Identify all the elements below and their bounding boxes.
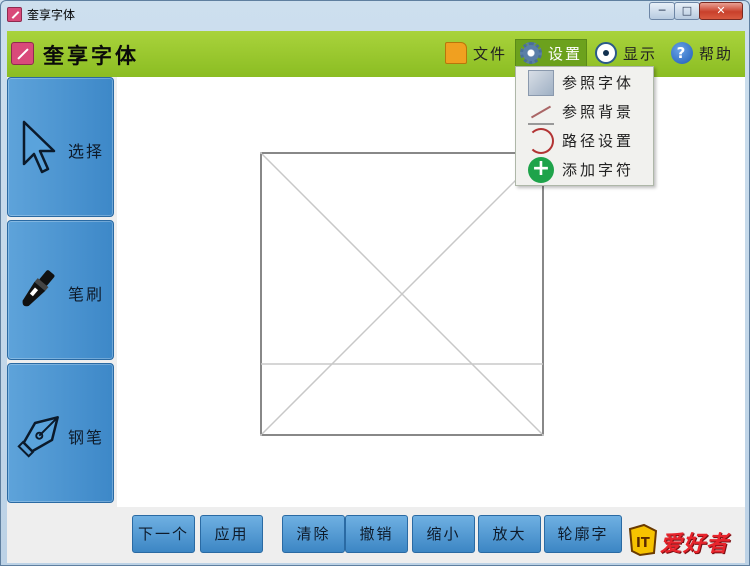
next-button[interactable]: 下一个 xyxy=(132,515,195,553)
app-title: 奎享字体 xyxy=(43,43,139,68)
app-logo-icon xyxy=(11,42,34,65)
zoom-out-button[interactable]: 缩小 xyxy=(412,515,475,553)
menu-settings[interactable]: 设置 xyxy=(515,39,588,67)
watermark-badge-icon: IT xyxy=(628,523,658,557)
tool-pen-button[interactable]: 钢笔 xyxy=(7,363,114,503)
tool-pen-label: 钢笔 xyxy=(68,428,105,447)
pen-nib-icon xyxy=(17,416,59,458)
app-icon xyxy=(7,7,22,22)
menu-help-label: 帮助 xyxy=(699,44,734,63)
reference-background-icon xyxy=(528,99,554,125)
menu-help[interactable]: ? 帮助 xyxy=(667,39,737,67)
menu-file[interactable]: 文件 xyxy=(441,39,511,67)
close-button[interactable]: ✕ xyxy=(699,2,743,20)
maximize-button[interactable]: □ xyxy=(674,2,700,20)
tool-brush-button[interactable]: 笔刷 xyxy=(7,220,114,360)
menu-display-label: 显示 xyxy=(623,44,658,63)
canvas-margin xyxy=(690,77,745,507)
folder-icon xyxy=(445,42,467,64)
menu-item-path-settings-label: 路径设置 xyxy=(562,132,635,150)
path-settings-icon xyxy=(528,127,554,154)
menu-item-reference-background-label: 参照背景 xyxy=(562,103,635,121)
client-area: 奎享字体 文件 设置 显示 ? 帮助 选择 笔刷 钢笔 参照字体 参照背景 路径… xyxy=(7,31,745,563)
title-bar[interactable]: 奎享字体 ─ □ ✕ xyxy=(1,1,749,29)
minimize-button[interactable]: ─ xyxy=(649,2,675,20)
app-window: 奎享字体 ─ □ ✕ 奎享字体 文件 设置 显示 ? 帮助 选择 笔刷 钢笔 参… xyxy=(0,0,750,566)
menu-file-label: 文件 xyxy=(473,44,508,63)
menu-item-add-character-label: 添加字符 xyxy=(562,161,635,179)
outline-button[interactable]: 轮廓字 xyxy=(544,515,622,553)
svg-text:IT: IT xyxy=(636,536,650,551)
menu-item-reference-font[interactable]: 参照字体 xyxy=(516,68,653,97)
tool-brush-label: 笔刷 xyxy=(68,285,105,304)
menu-settings-label: 设置 xyxy=(548,44,583,63)
tool-select-button[interactable]: 选择 xyxy=(7,77,114,217)
menu-item-path-settings[interactable]: 路径设置 xyxy=(516,126,653,155)
watermark-text: 爱好者 xyxy=(660,532,730,557)
cursor-icon xyxy=(22,120,56,174)
eye-icon xyxy=(595,42,617,64)
clear-button[interactable]: 清除 xyxy=(282,515,345,553)
menu-item-reference-background[interactable]: 参照背景 xyxy=(516,97,653,126)
apply-button[interactable]: 应用 xyxy=(200,515,263,553)
help-icon: ? xyxy=(671,42,693,64)
undo-button[interactable]: 撤销 xyxy=(345,515,408,553)
watermark-logo: IT 爱好者 xyxy=(626,520,744,560)
brush-icon xyxy=(22,270,55,307)
tool-select-label: 选择 xyxy=(68,142,105,161)
window-controls: ─ □ ✕ xyxy=(649,2,743,20)
add-icon: + xyxy=(528,156,554,183)
zoom-in-button[interactable]: 放大 xyxy=(478,515,541,553)
menu-display[interactable]: 显示 xyxy=(591,39,661,67)
menu-item-add-character[interactable]: + 添加字符 xyxy=(516,155,653,184)
settings-dropdown: 参照字体 参照背景 路径设置 + 添加字符 xyxy=(515,66,654,186)
menu-item-reference-font-label: 参照字体 xyxy=(562,74,635,92)
window-title: 奎享字体 xyxy=(27,8,76,22)
gear-icon xyxy=(520,42,542,64)
reference-font-icon xyxy=(528,69,554,96)
